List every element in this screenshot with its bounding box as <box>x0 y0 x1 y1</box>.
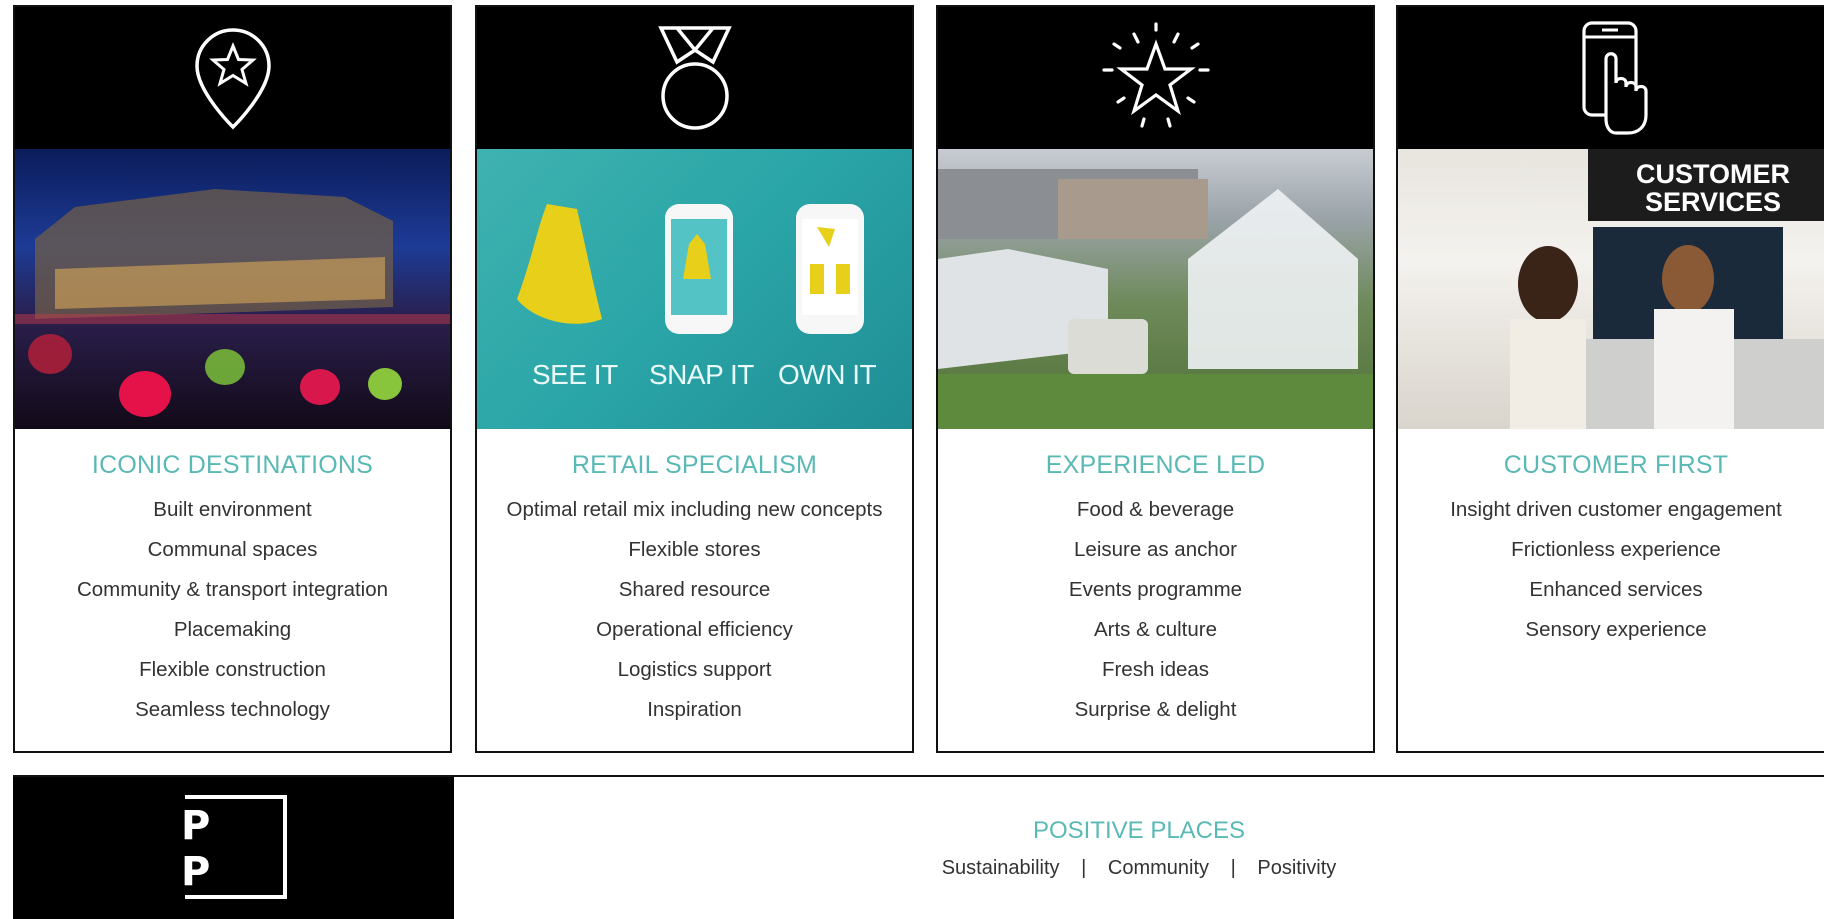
photo-sign-line: SERVICES <box>1645 187 1781 217</box>
card-customer-first: CUSTOMER SERVICES CUSTOMER FIRST Insight… <box>1396 5 1824 753</box>
card-item: Leisure as anchor <box>1074 538 1237 561</box>
pillar: Sustainability <box>941 857 1060 879</box>
building-photo <box>15 149 450 429</box>
photo-label: SNAP IT <box>649 359 754 390</box>
card-item: Frictionless experience <box>1511 538 1721 561</box>
card-item: Community & transport integration <box>76 578 389 601</box>
positive-places-text: POSITIVE PLACES Sustainability | Communi… <box>454 777 1824 919</box>
card-retail-specialism: SEE IT SNAP IT OWN IT RETAIL SPECIALISM … <box>475 5 914 753</box>
card-item: Placemaking <box>173 618 292 641</box>
card-title: CUSTOMER FIRST <box>1503 451 1729 479</box>
shining-star-icon <box>1101 22 1210 128</box>
card-item: Seamless technology <box>135 698 330 721</box>
event-photo <box>938 149 1373 429</box>
pp-logo: P P <box>181 795 287 899</box>
photo-label: SEE IT <box>532 359 618 390</box>
location-star-pin-icon <box>194 28 271 130</box>
card-item: Logistics support <box>617 658 772 681</box>
positive-places-logo-panel: P P <box>13 777 454 919</box>
card-title: RETAIL SPECIALISM <box>571 451 818 479</box>
customer-services-photo: CUSTOMER SERVICES <box>1398 149 1824 429</box>
card-experience-led: EXPERIENCE LED Food & beverage Leisure a… <box>936 5 1375 753</box>
card-title: EXPERIENCE LED <box>1045 451 1266 479</box>
card-icon-bar <box>15 7 450 149</box>
pp-logo-letter: P <box>181 849 210 895</box>
card-item: Flexible stores <box>628 538 761 561</box>
card-item: Inspiration <box>647 698 742 721</box>
card-item: Communal spaces <box>147 538 318 561</box>
phone-tap-icon <box>1582 21 1648 135</box>
positive-places-row: P P POSITIVE PLACES Sustainability | Com… <box>13 775 1824 919</box>
card-item: Built environment <box>153 498 312 521</box>
photo-sign-line: CUSTOMER <box>1636 159 1790 189</box>
card-item: Flexible construction <box>139 658 326 681</box>
card-item: Shared resource <box>618 578 771 601</box>
positive-places-pillars: Sustainability | Community | Positivity <box>454 857 1824 880</box>
card-item: Events programme <box>1068 578 1243 601</box>
card-item: Operational efficiency <box>596 618 793 641</box>
pp-logo-letter: P <box>181 803 210 849</box>
card-item: Insight driven customer engagement <box>1450 498 1782 521</box>
card-item: Enhanced services <box>1529 578 1703 601</box>
card-item: Food & beverage <box>1076 498 1235 521</box>
pillar-separator: | <box>1081 857 1087 879</box>
pillar: Positivity <box>1257 857 1337 879</box>
card-item: Arts & culture <box>1093 618 1218 641</box>
positive-places-title: POSITIVE PLACES <box>1032 817 1246 844</box>
card-item: Fresh ideas <box>1101 658 1210 681</box>
pillar-separator: | <box>1230 857 1236 879</box>
card-item: Optimal retail mix including new concept… <box>506 498 883 521</box>
card-icon-bar <box>1398 7 1824 149</box>
card-title: ICONIC DESTINATIONS <box>91 451 374 479</box>
card-item: Sensory experience <box>1525 618 1707 641</box>
see-snap-own-photo: SEE IT SNAP IT OWN IT <box>477 149 912 429</box>
medal-icon <box>657 26 732 130</box>
card-item: Surprise & delight <box>1074 698 1237 721</box>
card-icon-bar <box>477 7 912 149</box>
photo-label: OWN IT <box>778 359 877 390</box>
pillar: Community <box>1107 857 1210 879</box>
card-iconic-destinations: ICONIC DESTINATIONS Built environment Co… <box>13 5 452 753</box>
card-icon-bar <box>938 7 1373 149</box>
